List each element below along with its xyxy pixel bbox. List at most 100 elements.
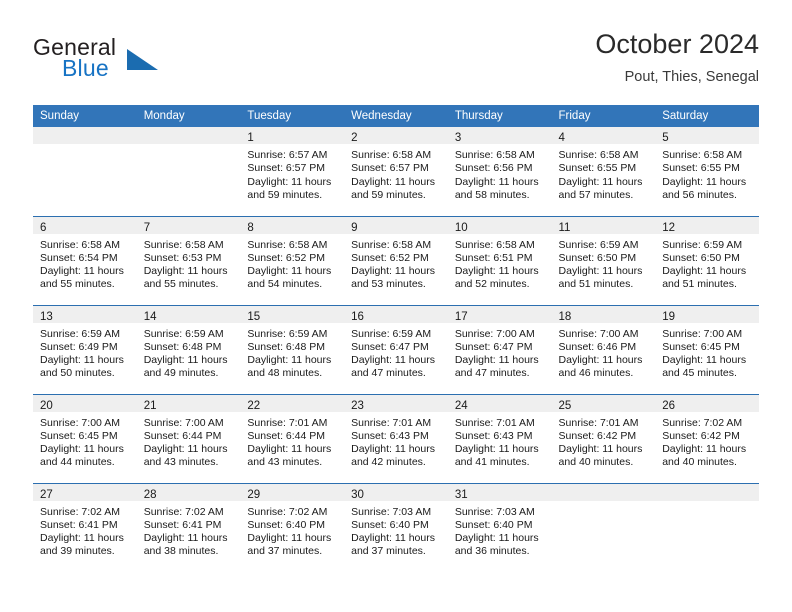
day-cell-details: Sunrise: 6:59 AM Sunset: 6:47 PM Daylight:… — [344, 323, 448, 381]
day-number-strip — [655, 483, 759, 501]
day-number: 16 — [351, 310, 364, 323]
calendar-day-cell[interactable]: 13 Sunrise: 6:59 AM Sunset: 6:49 PM Dayligh… — [33, 304, 137, 394]
day-cell-details: Sunrise: 6:59 AM Sunset: 6:48 PM Daylight:… — [240, 323, 344, 381]
daylight-text: Daylight: 11 hours — [454, 354, 539, 367]
calendar-day-cell[interactable]: 4 Sunrise: 6:58 AM Sunset: 6:55 PM Daylight… — [551, 127, 656, 216]
weekday-header-wednesday: Wednesday — [344, 105, 448, 127]
day-cell-inner: 15 Sunrise: 6:59 AM Sunset: 6:48 PM Dayligh… — [240, 305, 345, 394]
calendar-day-cell[interactable]: 17 Sunrise: 7:00 AM Sunset: 6:47 PM Dayligh… — [447, 304, 552, 394]
page-title: October 2024 — [595, 29, 759, 59]
sunset-text: Sunset: 6:57 PM — [247, 162, 326, 175]
day-number: 15 — [247, 310, 261, 323]
daylight-text: and 37 minutes. — [247, 545, 323, 558]
calendar-week-row: 6 Sunrise: 6:58 AM Sunset: 6:54 PM Daylight… — [33, 215, 759, 305]
calendar-day-cell[interactable]: 27 Sunrise: 7:02 AM Sunset: 6:41 PM Dayligh… — [33, 482, 137, 572]
calendar-day-cell[interactable]: 16 Sunrise: 6:59 AM Sunset: 6:47 PM Dayligh… — [344, 304, 448, 394]
sunrise-text: Sunrise: 7:01 AM — [247, 416, 328, 429]
calendar-day-cell[interactable]: 21 Sunrise: 7:00 AM Sunset: 6:44 PM Dayligh… — [136, 393, 241, 483]
day-number-strip: 26 — [655, 394, 759, 412]
daylight-text: and 40 minutes. — [558, 456, 634, 469]
calendar-day-cell[interactable]: 30 Sunrise: 7:03 AM Sunset: 6:40 PM Dayligh… — [344, 482, 448, 572]
calendar-day-cell[interactable]: 11 Sunrise: 6:59 AM Sunset: 6:50 PM Dayligh… — [551, 215, 656, 305]
day-cell-inner: 29 Sunrise: 7:02 AM Sunset: 6:40 PM Dayligh… — [240, 483, 345, 573]
calendar-day-cell[interactable]: 5 Sunrise: 6:58 AM Sunset: 6:55 PM Daylight… — [655, 127, 759, 216]
calendar-day-cell[interactable]: 22 Sunrise: 7:01 AM Sunset: 6:44 PM Dayligh… — [240, 393, 345, 483]
calendar-week-row: 1 Sunrise: 6:57 AM Sunset: 6:57 PM Daylight… — [33, 127, 759, 216]
daylight-text: and 56 minutes. — [662, 188, 737, 201]
day-number: 1 — [247, 132, 254, 144]
day-number: 6 — [40, 221, 47, 234]
day-cell-details: Sunrise: 6:58 AM Sunset: 6:52 PM Daylight:… — [344, 234, 448, 292]
calendar-day-cell[interactable]: 12 Sunrise: 6:59 AM Sunset: 6:50 PM Dayligh… — [655, 215, 759, 305]
page-header: General Blue October 2024 Pout, Thies, S… — [33, 28, 759, 98]
day-number-strip: 31 — [447, 483, 552, 501]
daylight-text: Daylight: 11 hours — [247, 175, 332, 188]
day-cell-inner: 24 Sunrise: 7:01 AM Sunset: 6:43 PM Dayligh… — [447, 394, 552, 483]
day-number-strip: 20 — [33, 394, 137, 412]
daylight-text: and 54 minutes. — [247, 278, 323, 291]
daylight-text: Daylight: 11 hours — [143, 265, 228, 278]
sunrise-text: Sunrise: 7:03 AM — [454, 505, 535, 518]
day-cell-details: Sunrise: 6:59 AM Sunset: 6:48 PM Daylight:… — [137, 323, 241, 381]
day-number-strip: 27 — [33, 483, 137, 501]
calendar-day-cell[interactable]: 10 Sunrise: 6:58 AM Sunset: 6:51 PM Dayligh… — [447, 215, 552, 305]
calendar-header-row: Sunday Monday Tuesday Wednesday Thursday Frid… — [33, 105, 759, 127]
daylight-text: Daylight: 11 hours — [143, 354, 228, 367]
calendar-day-cell[interactable]: 3 Sunrise: 6:58 AM Sunset: 6:56 PM Daylight… — [447, 127, 552, 216]
daylight-text: Daylight: 11 hours — [454, 443, 539, 456]
day-number: 19 — [662, 310, 676, 323]
calendar-day-cell[interactable]: 26 Sunrise: 7:02 AM Sunset: 6:42 PM Dayligh… — [655, 393, 759, 483]
sunset-text: Sunset: 6:48 PM — [247, 340, 326, 353]
calendar-day-cell[interactable]: 29 Sunrise: 7:02 AM Sunset: 6:40 PM Dayligh… — [240, 482, 345, 573]
sunset-text: Sunset: 6:45 PM — [40, 429, 118, 442]
sunrise-text: Sunrise: 7:00 AM — [40, 416, 120, 429]
day-cell-inner: 26 Sunrise: 7:02 AM Sunset: 6:42 PM Dayligh… — [655, 394, 759, 483]
calendar-day-cell[interactable]: 31 Sunrise: 7:03 AM Sunset: 6:40 PM Dayligh… — [447, 482, 552, 572]
sunset-text: Sunset: 6:40 PM — [454, 518, 533, 531]
day-cell-inner: 7 Sunrise: 6:58 AM Sunset: 6:53 PM Daylight… — [136, 216, 241, 305]
sunrise-text: Sunrise: 7:02 AM — [40, 505, 120, 518]
sunset-text: Sunset: 6:54 PM — [40, 251, 118, 264]
calendar-day-cell[interactable]: 6 Sunrise: 6:58 AM Sunset: 6:54 PM Daylight… — [33, 215, 137, 305]
day-cell-details: Sunrise: 7:00 AM Sunset: 6:46 PM Daylight:… — [552, 323, 656, 381]
triangle-icon — [127, 49, 158, 70]
calendar-day-cell[interactable]: 23 Sunrise: 7:01 AM Sunset: 6:43 PM Dayligh… — [344, 393, 448, 483]
calendar-day-cell[interactable]: 15 Sunrise: 6:59 AM Sunset: 6:48 PM Dayligh… — [240, 304, 345, 394]
day-cell-details: Sunrise: 6:58 AM Sunset: 6:55 PM Daylight:… — [552, 144, 656, 202]
day-number-strip: 21 — [136, 394, 241, 412]
calendar-day-cell[interactable]: 28 Sunrise: 7:02 AM Sunset: 6:41 PM Dayligh… — [136, 482, 241, 572]
calendar-day-cell[interactable]: 24 Sunrise: 7:01 AM Sunset: 6:43 PM Dayligh… — [447, 393, 552, 483]
daylight-text: Daylight: 11 hours — [662, 265, 747, 278]
day-cell-details: Sunrise: 7:00 AM Sunset: 6:47 PM Daylight:… — [448, 323, 552, 381]
daylight-text: and 36 minutes. — [454, 545, 530, 558]
daylight-text: Daylight: 11 hours — [454, 265, 539, 278]
day-cell-inner: 6 Sunrise: 6:58 AM Sunset: 6:54 PM Daylight… — [33, 216, 137, 305]
calendar-day-cell[interactable]: 2 Sunrise: 6:58 AM Sunset: 6:57 PM Daylight… — [344, 127, 448, 216]
day-number: 24 — [454, 399, 468, 412]
calendar-day-cell[interactable]: 18 Sunrise: 7:00 AM Sunset: 6:46 PM Dayligh… — [551, 304, 656, 394]
general-blue-logo[interactable]: General Blue — [33, 34, 213, 90]
calendar-day-cell[interactable]: 1 Sunrise: 6:57 AM Sunset: 6:57 PM Daylight… — [240, 127, 345, 216]
calendar-day-cell[interactable]: 14 Sunrise: 6:59 AM Sunset: 6:48 PM Dayligh… — [136, 304, 241, 394]
sunrise-text: Sunrise: 6:59 AM — [558, 238, 639, 251]
calendar-day-cell[interactable]: 7 Sunrise: 6:58 AM Sunset: 6:53 PM Daylight… — [136, 215, 241, 305]
day-number-strip: 4 — [551, 127, 656, 144]
sunrise-text: Sunrise: 6:59 AM — [143, 327, 224, 340]
sunset-text: Sunset: 6:55 PM — [662, 162, 740, 175]
sunset-text: Sunset: 6:43 PM — [351, 429, 429, 442]
calendar-day-cell[interactable]: 9 Sunrise: 6:58 AM Sunset: 6:52 PM Daylight… — [344, 215, 448, 305]
day-cell-inner: 18 Sunrise: 7:00 AM Sunset: 6:46 PM Dayligh… — [551, 305, 656, 394]
daylight-text: and 43 minutes. — [143, 456, 219, 469]
calendar-cell-empty — [136, 127, 241, 216]
calendar-day-cell[interactable]: 20 Sunrise: 7:00 AM Sunset: 6:45 PM Dayligh… — [33, 393, 137, 483]
calendar-day-cell[interactable]: 19 Sunrise: 7:00 AM Sunset: 6:45 PM Dayligh… — [655, 304, 759, 394]
calendar-day-cell[interactable]: 8 Sunrise: 6:58 AM Sunset: 6:52 PM Daylight… — [240, 215, 345, 305]
day-number: 3 — [454, 132, 462, 144]
calendar-day-cell[interactable]: 25 Sunrise: 7:01 AM Sunset: 6:42 PM Dayligh… — [551, 393, 656, 483]
day-number-strip: 8 — [240, 216, 345, 234]
day-cell-inner: 21 Sunrise: 7:00 AM Sunset: 6:44 PM Dayligh… — [136, 394, 241, 483]
day-cell-details: Sunrise: 6:58 AM Sunset: 6:55 PM Daylight:… — [655, 144, 759, 202]
sunrise-text: Sunrise: 7:01 AM — [558, 416, 639, 429]
day-number: 18 — [558, 310, 572, 323]
daylight-text: and 43 minutes. — [247, 456, 323, 469]
